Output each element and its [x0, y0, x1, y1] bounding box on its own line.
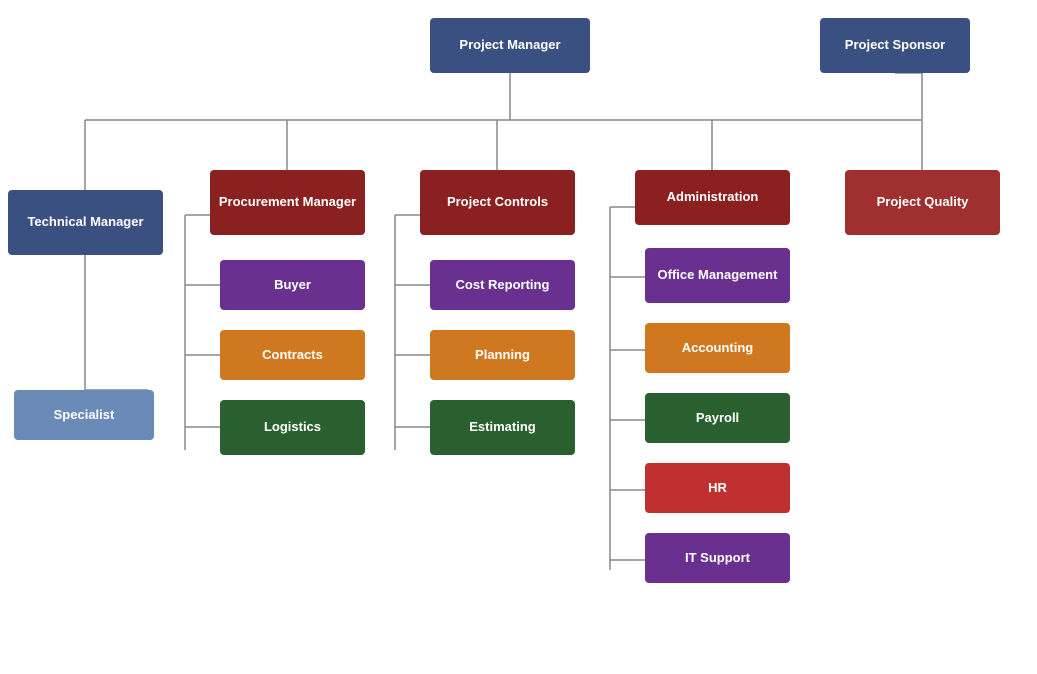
cost-reporting-box: Cost Reporting: [430, 260, 575, 310]
technical-manager-box: Technical Manager: [8, 190, 163, 255]
project-sponsor-box: Project Sponsor: [820, 18, 970, 73]
buyer-box: Buyer: [220, 260, 365, 310]
estimating-box: Estimating: [430, 400, 575, 455]
procurement-manager-box: Procurement Manager: [210, 170, 365, 235]
office-management-box: Office Management: [645, 248, 790, 303]
project-manager-box: Project Manager: [430, 18, 590, 73]
payroll-box: Payroll: [645, 393, 790, 443]
planning-box: Planning: [430, 330, 575, 380]
administration-box: Administration: [635, 170, 790, 225]
it-support-box: IT Support: [645, 533, 790, 583]
specialist-box: Specialist: [14, 390, 154, 440]
logistics-box: Logistics: [220, 400, 365, 455]
org-chart: Project Manager Project Sponsor Technica…: [0, 0, 1037, 674]
accounting-box: Accounting: [645, 323, 790, 373]
project-controls-box: Project Controls: [420, 170, 575, 235]
hr-box: HR: [645, 463, 790, 513]
project-quality-box: Project Quality: [845, 170, 1000, 235]
contracts-box: Contracts: [220, 330, 365, 380]
